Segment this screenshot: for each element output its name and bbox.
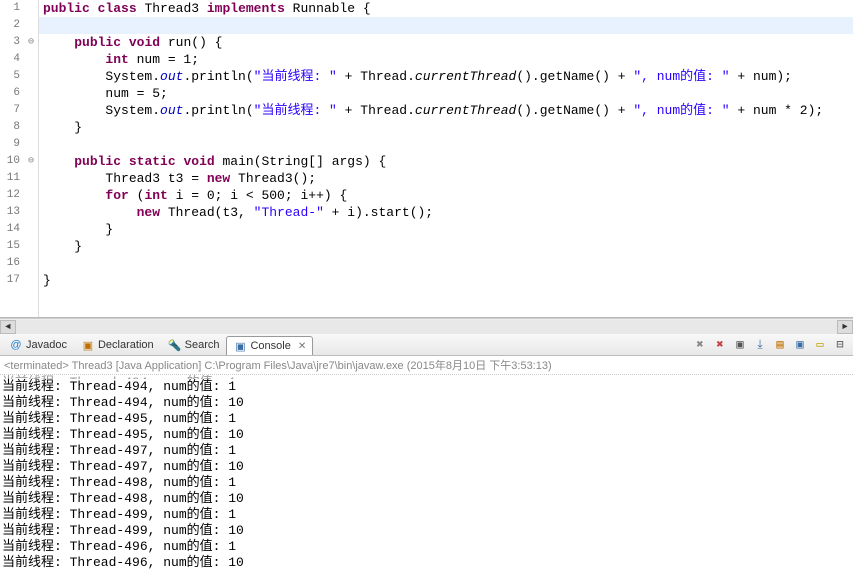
- tab-search[interactable]: 🔦Search: [161, 335, 227, 354]
- code-line[interactable]: }: [39, 221, 853, 238]
- code-line[interactable]: [39, 255, 853, 272]
- console-line: 当前线程: Thread-494, num的值: 10: [2, 395, 851, 411]
- console-tool-button[interactable]: ⤓: [751, 336, 769, 354]
- console-line: 当前线程: Thread-495, num的值: 10: [2, 427, 851, 443]
- console-line: 当前线程: Thread-499, num的值: 10: [2, 523, 851, 539]
- code-line[interactable]: public static void main(String[] args) {: [39, 153, 853, 170]
- line-number: 11: [0, 170, 24, 187]
- code-line[interactable]: System.out.println("当前线程: " + Thread.cur…: [39, 102, 853, 119]
- editor-code-area[interactable]: public class Thread3 implements Runnable…: [39, 0, 853, 317]
- fold-toggle[interactable]: ⊖: [24, 34, 38, 51]
- code-line[interactable]: num = 5;: [39, 85, 853, 102]
- code-line[interactable]: int num = 1;: [39, 51, 853, 68]
- fold-toggle[interactable]: ⊖: [24, 153, 38, 170]
- views-panel: @Javadoc▣Declaration🔦Search▣Console✕✖✖▣⤓…: [0, 334, 853, 571]
- console-line: 当前线程: Thread-496, num的值: 10: [2, 555, 851, 571]
- console-toolbar: ✖✖▣⤓▤▣▭⊟: [691, 336, 853, 354]
- line-number: 3: [0, 34, 24, 51]
- code-line[interactable]: }: [39, 238, 853, 255]
- scroll-track[interactable]: [16, 320, 837, 334]
- code-line[interactable]: }: [39, 119, 853, 136]
- console-output[interactable]: 当前线程: Thread-494, num的值: 1当前线程: Thread-4…: [0, 375, 853, 571]
- console-tool-button[interactable]: ✖: [711, 336, 729, 354]
- tab-label: Console: [250, 340, 290, 352]
- code-line[interactable]: public void run() {: [39, 34, 853, 51]
- declaration-icon: ▣: [81, 338, 95, 352]
- console-tool-button[interactable]: ▭: [811, 336, 829, 354]
- line-number: 2: [0, 17, 24, 34]
- console-line: 当前线程: Thread-498, num的值: 1: [2, 475, 851, 491]
- console-tool-button[interactable]: ⊟: [831, 336, 849, 354]
- code-line[interactable]: [39, 17, 853, 34]
- console-tool-button[interactable]: ▣: [791, 336, 809, 354]
- line-number: 13: [0, 204, 24, 221]
- console-line: 当前线程: Thread-498, num的值: 10: [2, 491, 851, 507]
- console-termination-line: <terminated> Thread3 [Java Application] …: [0, 356, 853, 375]
- code-line[interactable]: for (int i = 0; i < 500; i++) {: [39, 187, 853, 204]
- console-line: 当前线程: Thread-496, num的值: 1: [2, 539, 851, 555]
- console-line: 当前线程: Thread-499, num的值: 1: [2, 507, 851, 523]
- line-number: 9: [0, 136, 24, 153]
- line-number: 15: [0, 238, 24, 255]
- line-number: 12: [0, 187, 24, 204]
- tab-javadoc[interactable]: @Javadoc: [2, 335, 74, 354]
- scroll-right-icon[interactable]: ►: [837, 320, 853, 334]
- console-tool-button[interactable]: ▤: [771, 336, 789, 354]
- line-number: 5: [0, 68, 24, 85]
- line-number: 17: [0, 272, 24, 289]
- console-line: 当前线程: Thread-495, num的值: 1: [2, 411, 851, 427]
- code-line[interactable]: [39, 136, 853, 153]
- code-line[interactable]: public class Thread3 implements Runnable…: [39, 0, 853, 17]
- scroll-left-icon[interactable]: ◄: [0, 320, 16, 334]
- tab-label: Declaration: [98, 339, 154, 351]
- tab-console[interactable]: ▣Console ✕: [226, 336, 313, 355]
- line-number: 4: [0, 51, 24, 68]
- code-line[interactable]: Thread3 t3 = new Thread3();: [39, 170, 853, 187]
- line-number: 14: [0, 221, 24, 238]
- line-number: 10: [0, 153, 24, 170]
- tab-declaration[interactable]: ▣Declaration: [74, 335, 161, 354]
- code-editor[interactable]: 123⊖45678910⊖11121314151617 public class…: [0, 0, 853, 318]
- tab-label: Search: [185, 339, 220, 351]
- views-tabs: @Javadoc▣Declaration🔦Search▣Console✕✖✖▣⤓…: [0, 334, 853, 356]
- console-icon: ▣: [233, 339, 247, 353]
- code-line[interactable]: System.out.println("当前线程: " + Thread.cur…: [39, 68, 853, 85]
- javadoc-icon: @: [9, 338, 23, 352]
- line-number: 8: [0, 119, 24, 136]
- editor-ruler: 123⊖45678910⊖11121314151617: [0, 0, 39, 317]
- console-line: 当前线程: Thread-494, num的值: 1: [2, 379, 851, 395]
- line-number: 7: [0, 102, 24, 119]
- search-icon: 🔦: [168, 338, 182, 352]
- console-line: 当前线程: Thread-497, num的值: 1: [2, 443, 851, 459]
- tab-label: Javadoc: [26, 339, 67, 351]
- console-tool-button[interactable]: ✖: [691, 336, 709, 354]
- console-line: 当前线程: Thread-497, num的值: 10: [2, 459, 851, 475]
- code-line[interactable]: }: [39, 272, 853, 289]
- console-tool-button[interactable]: ▣: [731, 336, 749, 354]
- close-icon[interactable]: ✕: [298, 341, 306, 352]
- line-number: 1: [0, 0, 24, 17]
- line-number: 16: [0, 255, 24, 272]
- line-number: 6: [0, 85, 24, 102]
- code-line[interactable]: new Thread(t3, "Thread-" + i).start();: [39, 204, 853, 221]
- editor-h-scrollbar[interactable]: ◄ ►: [0, 318, 853, 334]
